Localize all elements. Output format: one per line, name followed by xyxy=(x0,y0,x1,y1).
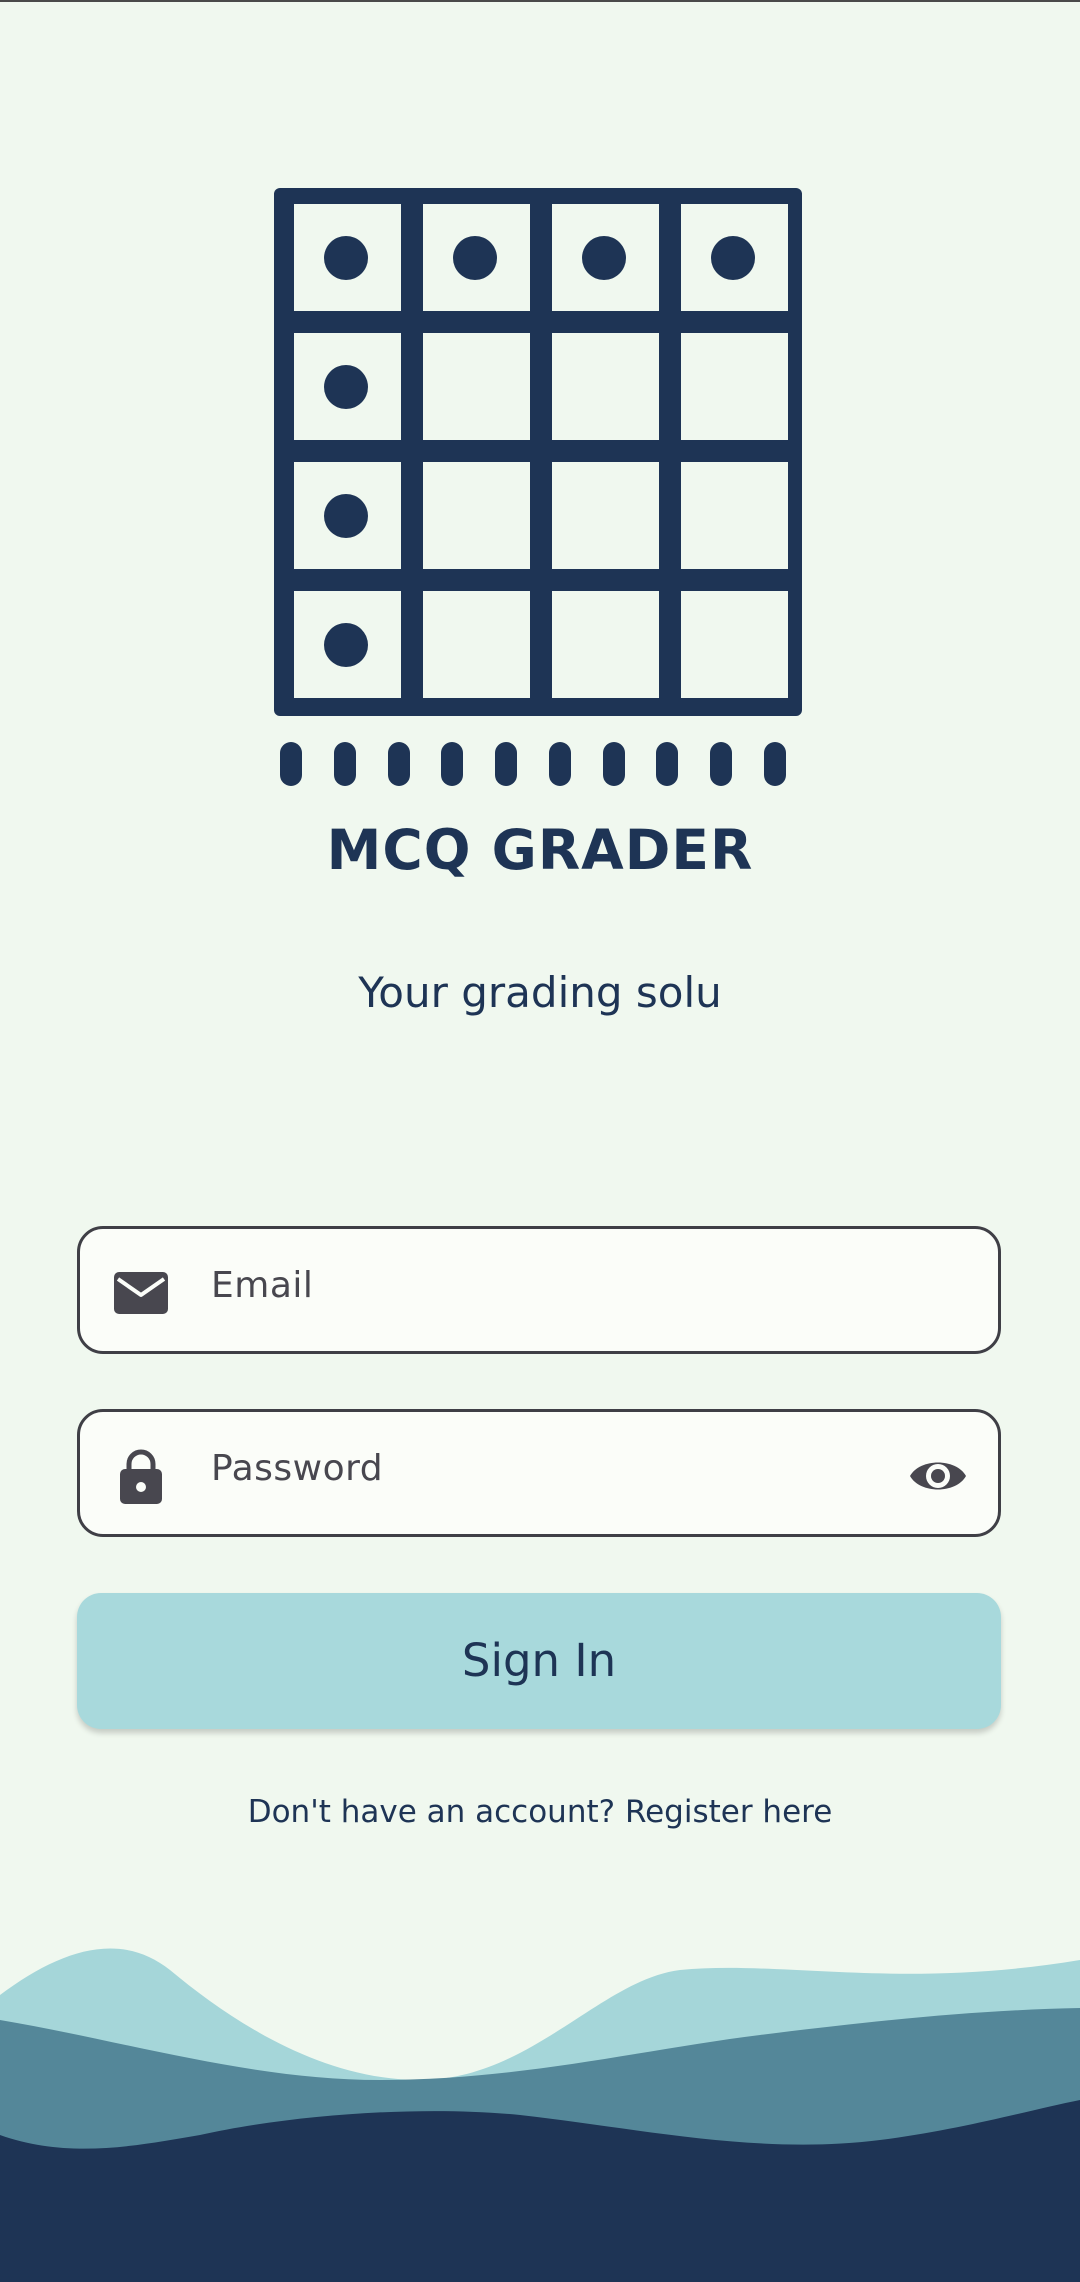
decorative-waves xyxy=(0,1948,1080,2282)
eye-icon[interactable] xyxy=(908,1448,968,1504)
email-placeholder: Email xyxy=(211,1265,314,1306)
app-title: MCQ GRADER xyxy=(326,818,754,882)
lock-icon xyxy=(120,1449,162,1504)
register-link[interactable]: Don't have an account? Register here xyxy=(0,1794,1080,1830)
status-bar-divider xyxy=(0,0,1080,2)
mail-icon xyxy=(114,1272,168,1314)
app-logo-grid-icon xyxy=(274,188,802,786)
app-tagline: Your grading solu xyxy=(358,968,722,1017)
password-placeholder: Password xyxy=(211,1448,384,1489)
sign-in-button[interactable]: Sign In xyxy=(77,1593,1001,1729)
email-field[interactable]: Email xyxy=(77,1226,1001,1354)
password-field[interactable]: Password xyxy=(77,1409,1001,1537)
